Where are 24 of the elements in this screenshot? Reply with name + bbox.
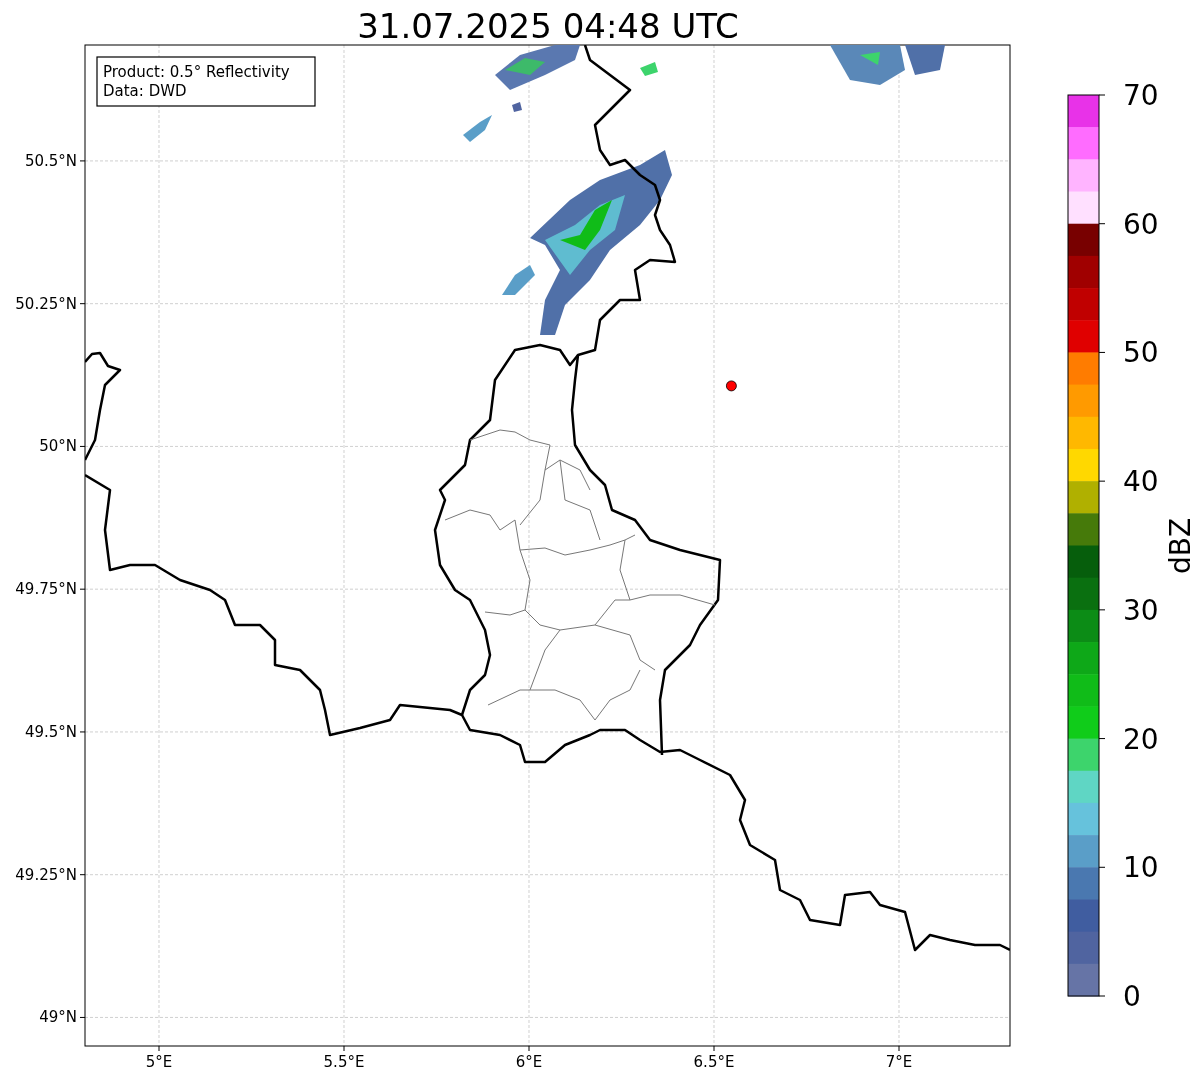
latitude-label: 50.5°N [24, 151, 77, 170]
longitude-label: 6.5°E [693, 1053, 735, 1071]
latitude-label: 49.25°N [15, 865, 77, 884]
colorbar-tick-label: 10 [1123, 851, 1159, 885]
latitude-label: 49.5°N [24, 722, 77, 741]
info-text: Data: DWD [103, 82, 187, 100]
colorbar-tick-label: 30 [1123, 593, 1159, 627]
info-text: Product: 0.5° Reflectivity [103, 63, 290, 81]
colorbar-tick-label: 20 [1123, 722, 1159, 756]
longitude-label: 6°E [515, 1053, 543, 1071]
colorbar-tick-label: 50 [1123, 336, 1159, 370]
longitude-label: 5.5°E [323, 1053, 365, 1071]
latitude-label: 49°N [39, 1008, 77, 1027]
longitude-label: 5°E [145, 1053, 173, 1071]
latitude-label: 50.25°N [15, 294, 77, 313]
colorbar-label: dBZ [1164, 517, 1197, 575]
latitude-label: 50°N [39, 437, 77, 456]
chart-title: 31.07.2025 04:48 UTC [357, 6, 739, 46]
latitude-label: 49.75°N [15, 580, 77, 599]
colorbar-tick-label: 40 [1123, 465, 1159, 499]
longitude-label: 7°E [885, 1053, 913, 1071]
colorbar-tick-label: 0 [1123, 980, 1141, 1013]
colorbar-tick-label: 60 [1123, 207, 1159, 241]
colorbar-tick-label: 70 [1123, 79, 1159, 112]
